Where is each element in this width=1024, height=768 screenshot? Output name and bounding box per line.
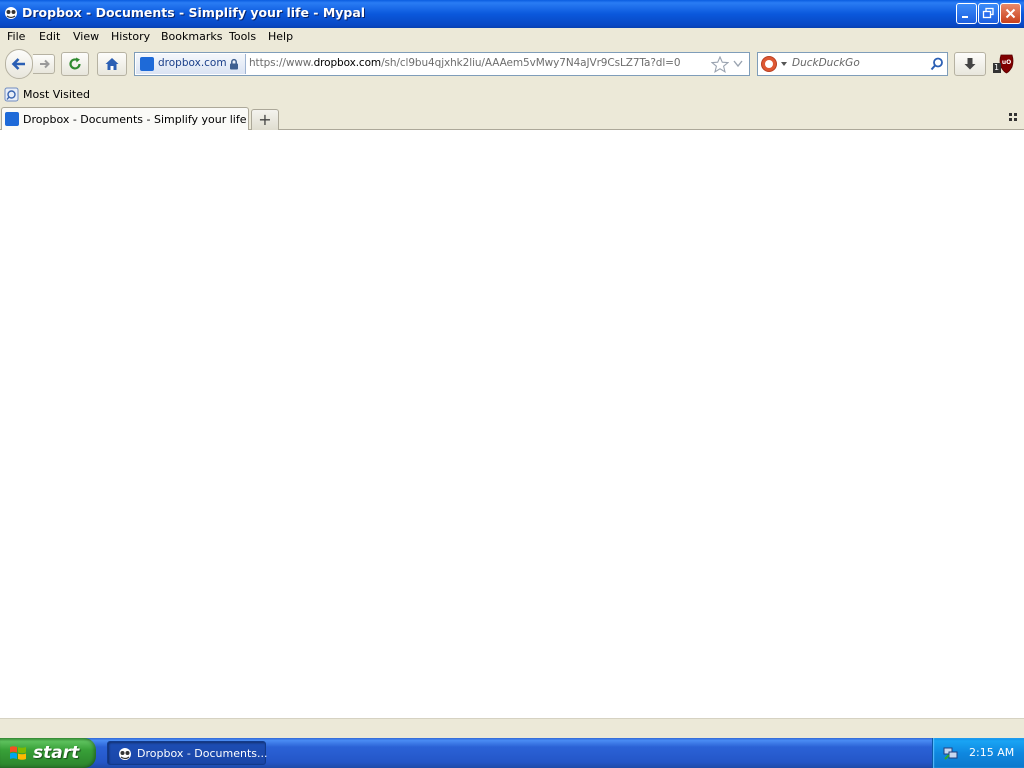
url-prefix: https://www.: [249, 57, 314, 69]
bookmarks-toolbar: Most Visited: [0, 84, 1024, 104]
back-button[interactable]: [5, 49, 33, 79]
url-text[interactable]: https://www.dropbox.com/sh/cl9bu4qjxhk2l…: [249, 57, 681, 69]
close-button[interactable]: [1000, 3, 1021, 24]
status-bar: [0, 718, 1024, 738]
bookmark-star-icon[interactable]: [711, 56, 729, 73]
menu-help[interactable]: Help: [268, 30, 293, 43]
back-arrow-icon: [11, 58, 25, 70]
most-visited-bookmark[interactable]: Most Visited: [23, 88, 90, 101]
close-icon: [1005, 8, 1016, 19]
windows-logo-icon: [10, 746, 26, 760]
url-history-dropdown-icon[interactable]: [733, 60, 743, 68]
windows-taskbar: start Dropbox - Documents... 2:15 AM: [0, 738, 1024, 768]
site-identity-button[interactable]: dropbox.com: [136, 54, 246, 74]
home-button[interactable]: [97, 52, 127, 76]
navigation-toolbar: dropbox.com https://www.dropbox.com/sh/c…: [0, 46, 1024, 84]
forward-button[interactable]: [33, 54, 55, 74]
reload-button[interactable]: [61, 52, 89, 76]
ublock-badge: 1: [994, 63, 1000, 72]
lock-icon: [230, 58, 238, 70]
search-bar: [757, 52, 948, 76]
system-tray: 2:15 AM: [932, 738, 1024, 768]
dropbox-favicon-icon: [140, 57, 154, 71]
menu-view[interactable]: View: [73, 30, 99, 43]
menu-file[interactable]: File: [7, 30, 25, 43]
taskbar-item-mypal[interactable]: Dropbox - Documents...: [107, 741, 268, 765]
window-titlebar[interactable]: Dropbox - Documents - Simplify your life…: [0, 0, 1024, 29]
downloads-button[interactable]: [954, 52, 986, 76]
site-identity-label: dropbox.com: [158, 57, 227, 69]
mypal-app-icon: [119, 748, 131, 760]
menu-tools[interactable]: Tools: [229, 30, 256, 43]
download-arrow-icon: [964, 58, 976, 70]
home-icon: [105, 58, 119, 70]
url-path: /sh/cl9bu4qjxhk2liu/AAAem5vMwy7N4aJVr9Cs…: [381, 57, 681, 69]
restore-icon: [982, 7, 994, 19]
search-input[interactable]: [792, 57, 922, 69]
tab-title: Dropbox - Documents - Simplify your life: [23, 113, 247, 126]
most-visited-folder-icon: [4, 87, 19, 102]
menu-bar: File Edit View History Bookmarks Tools H…: [0, 28, 1024, 46]
page-content-area[interactable]: [0, 130, 1024, 718]
search-icon[interactable]: [930, 57, 944, 71]
new-tab-button[interactable]: +: [251, 109, 279, 130]
dropbox-favicon-icon: [5, 112, 19, 126]
taskbar-clock[interactable]: 2:15 AM: [969, 746, 1014, 759]
restore-button[interactable]: [978, 3, 999, 24]
menu-edit[interactable]: Edit: [39, 30, 60, 43]
duckduckgo-engine-icon[interactable]: [761, 56, 777, 72]
menu-bookmarks[interactable]: Bookmarks: [161, 30, 222, 43]
ublock-button[interactable]: uO 1: [990, 52, 1020, 76]
start-label: start: [33, 743, 80, 763]
menu-history[interactable]: History: [111, 30, 150, 43]
svg-text:uO: uO: [1002, 59, 1011, 66]
minimize-button[interactable]: [956, 3, 977, 24]
reload-icon: [69, 57, 81, 70]
minimize-icon: [962, 16, 968, 18]
url-bar[interactable]: dropbox.com https://www.dropbox.com/sh/c…: [134, 52, 750, 76]
url-domain: dropbox.com: [313, 57, 382, 69]
start-button[interactable]: start: [0, 738, 96, 768]
window-title: Dropbox - Documents - Simplify your life…: [22, 5, 366, 20]
network-tray-icon[interactable]: [943, 745, 959, 761]
tab-strip: Dropbox - Documents - Simplify your life…: [0, 104, 1024, 130]
tab-dropbox-documents[interactable]: Dropbox - Documents - Simplify your life: [1, 107, 249, 130]
mypal-app-icon: [4, 6, 18, 20]
forward-arrow-icon: [40, 59, 50, 69]
taskbar-item-label: Dropbox - Documents...: [137, 747, 268, 760]
list-all-tabs-icon[interactable]: [1008, 112, 1018, 122]
engine-dropdown-icon[interactable]: [781, 62, 787, 66]
